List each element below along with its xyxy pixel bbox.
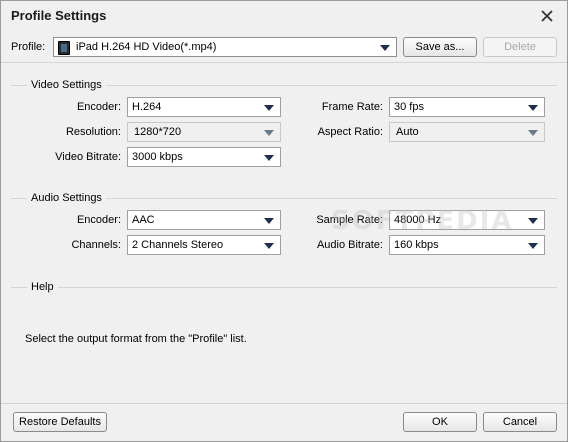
cancel-button[interactable]: Cancel bbox=[483, 412, 557, 432]
channels-value: 2 Channels Stereo bbox=[132, 239, 224, 251]
aspect-ratio-label: Aspect Ratio: bbox=[317, 126, 383, 138]
dialog-title: Profile Settings bbox=[11, 8, 107, 23]
sample-rate-label: Sample Rate: bbox=[316, 214, 383, 226]
chevron-down-icon bbox=[264, 105, 274, 111]
save-as-button[interactable]: Save as... bbox=[403, 37, 477, 57]
chevron-down-icon bbox=[264, 243, 274, 249]
frame-rate-select[interactable]: 30 fps bbox=[389, 97, 545, 117]
chevron-down-icon bbox=[380, 45, 390, 51]
resolution-label: Resolution: bbox=[65, 126, 121, 138]
resolution-select[interactable]: 1280*720 bbox=[127, 122, 281, 142]
audio-encoder-select[interactable]: AAC bbox=[127, 210, 281, 230]
video-encoder-select[interactable]: H.264 bbox=[127, 97, 281, 117]
chevron-down-icon bbox=[528, 243, 538, 249]
audio-encoder-value: AAC bbox=[132, 214, 155, 226]
channels-label: Channels: bbox=[71, 239, 121, 251]
aspect-ratio-value: Auto bbox=[396, 126, 419, 138]
video-bitrate-label: Video Bitrate: bbox=[55, 151, 121, 163]
ipad-icon bbox=[58, 41, 70, 55]
help-section-divider bbox=[11, 287, 557, 288]
profile-label: Profile: bbox=[11, 41, 46, 53]
profile-settings-dialog: Profile Settings Profile: iPad H.264 HD … bbox=[0, 0, 568, 442]
resolution-value: 1280*720 bbox=[134, 126, 182, 138]
ok-button[interactable]: OK bbox=[403, 412, 477, 432]
help-text: Select the output format from the "Profi… bbox=[25, 333, 247, 345]
audio-bitrate-label: Audio Bitrate: bbox=[316, 239, 383, 251]
help-section-title: Help bbox=[27, 281, 58, 293]
sample-rate-value: 48000 Hz bbox=[394, 214, 442, 226]
title-bar: Profile Settings bbox=[1, 1, 567, 33]
frame-rate-label: Frame Rate: bbox=[321, 101, 383, 113]
sample-rate-select[interactable]: 48000 Hz bbox=[389, 210, 545, 230]
chevron-down-icon bbox=[528, 105, 538, 111]
channels-select[interactable]: 2 Channels Stereo bbox=[127, 235, 281, 255]
video-section-title: Video Settings bbox=[27, 79, 106, 91]
video-encoder-value: H.264 bbox=[132, 101, 162, 113]
video-bitrate-value: 3000 kbps bbox=[132, 151, 183, 163]
chevron-down-icon bbox=[264, 218, 274, 224]
audio-section-title: Audio Settings bbox=[27, 192, 106, 204]
audio-bitrate-select[interactable]: 160 kbps bbox=[389, 235, 545, 255]
profile-value: iPad H.264 HD Video(*.mp4) bbox=[76, 41, 217, 53]
audio-bitrate-value: 160 kbps bbox=[394, 239, 439, 251]
frame-rate-value: 30 fps bbox=[394, 101, 424, 113]
audio-encoder-label: Encoder: bbox=[76, 214, 121, 226]
chevron-down-icon bbox=[528, 218, 538, 224]
delete-button[interactable]: Delete bbox=[483, 37, 557, 57]
profile-toolbar: Profile: iPad H.264 HD Video(*.mp4) Save… bbox=[1, 33, 567, 63]
close-icon[interactable] bbox=[539, 8, 555, 24]
restore-defaults-button[interactable]: Restore Defaults bbox=[13, 412, 107, 432]
chevron-down-icon bbox=[264, 130, 274, 136]
aspect-ratio-select[interactable]: Auto bbox=[389, 122, 545, 142]
video-bitrate-select[interactable]: 3000 kbps bbox=[127, 147, 281, 167]
video-encoder-label: Encoder: bbox=[76, 101, 121, 113]
footer-divider bbox=[1, 403, 567, 404]
chevron-down-icon bbox=[264, 155, 274, 161]
chevron-down-icon bbox=[528, 130, 538, 136]
profile-dropdown[interactable]: iPad H.264 HD Video(*.mp4) bbox=[53, 37, 397, 57]
